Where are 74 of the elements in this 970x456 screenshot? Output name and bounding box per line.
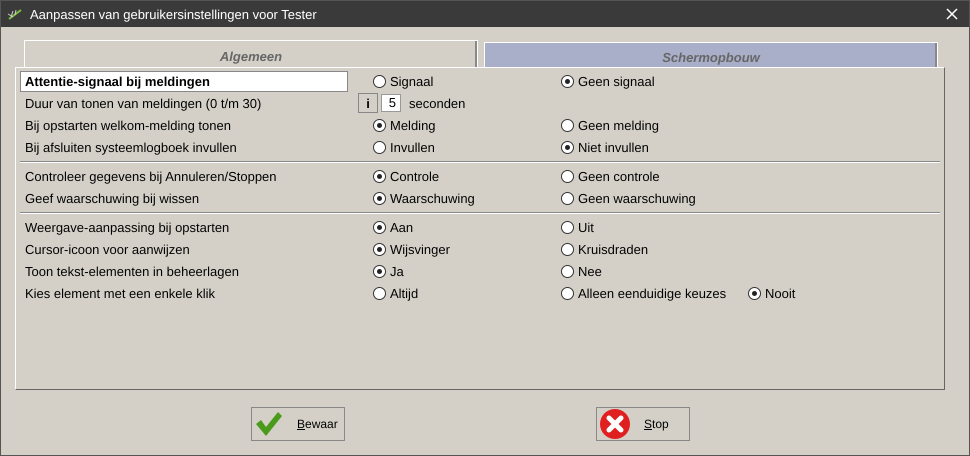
radio-button[interactable] <box>373 242 386 256</box>
setting-label: Geef waarschuwing bij wissen <box>24 190 200 208</box>
radio-button[interactable] <box>373 286 386 300</box>
option-label: Geen signaal <box>578 74 655 88</box>
setting-label: Weergave-aanpassing bij opstarten <box>24 218 230 237</box>
radio-option[interactable]: Controle <box>373 168 440 184</box>
option-label: Niet invullen <box>578 140 649 154</box>
radio-option[interactable]: Nee <box>561 264 602 278</box>
radio-button[interactable] <box>561 192 574 204</box>
radio-button[interactable] <box>561 220 574 234</box>
stop-button[interactable]: Stop <box>596 407 690 441</box>
radio-option[interactable]: Geen melding <box>561 118 659 132</box>
radio-option[interactable]: Kruisdraden <box>561 242 648 256</box>
radio-button[interactable] <box>561 286 574 300</box>
radio-button[interactable] <box>373 264 386 278</box>
radio-button[interactable] <box>373 220 386 234</box>
option-label: Geen melding <box>578 118 659 132</box>
radio-button[interactable] <box>561 140 574 154</box>
option-label: Nee <box>578 264 602 278</box>
radio-option[interactable]: Geen controle <box>561 168 660 184</box>
radio-button[interactable] <box>373 170 386 182</box>
option-label: Melding <box>390 118 436 132</box>
option-label: Aan <box>390 220 414 234</box>
checkmark-icon <box>255 411 283 437</box>
info-button[interactable]: i <box>358 93 378 113</box>
option-label: Geen controle <box>578 168 660 184</box>
option-label: Wijsvinger <box>390 242 450 256</box>
setting-label: Bij afsluiten systeemlogboek invullen <box>24 138 238 157</box>
radio-button[interactable] <box>561 118 574 132</box>
radio-option[interactable]: Aan <box>373 220 414 234</box>
setting-label: Cursor-icoon voor aanwijzen <box>24 240 191 259</box>
unit-label: seconden <box>409 96 466 110</box>
radio-option[interactable]: Geen signaal <box>561 74 655 88</box>
radio-option[interactable]: Signaal <box>373 74 434 88</box>
radio-button[interactable] <box>561 242 574 256</box>
radio-option[interactable]: Waarschuwing <box>373 190 475 206</box>
radio-button[interactable] <box>373 140 386 154</box>
radio-option[interactable]: Uit <box>561 220 594 234</box>
setting-label: Kies element met een enkele klik <box>24 284 216 302</box>
radio-button[interactable] <box>373 118 386 132</box>
option-label: Kruisdraden <box>578 242 648 256</box>
radio-button[interactable] <box>373 192 386 204</box>
option-label: Uit <box>578 220 594 234</box>
radio-option[interactable]: Melding <box>373 118 436 132</box>
radio-button[interactable] <box>561 264 574 278</box>
setting-label: Bij opstarten welkom-melding tonen <box>24 116 232 135</box>
radio-option[interactable]: Niet invullen <box>561 140 649 154</box>
radio-option[interactable]: Altijd <box>373 286 418 300</box>
cross-icon <box>600 409 630 439</box>
setting-label: Toon tekst-elementen in beheerlagen <box>24 262 240 281</box>
option-label: Controle <box>390 168 440 184</box>
radio-button[interactable] <box>748 286 761 300</box>
radio-button[interactable] <box>561 170 574 182</box>
option-label: Signaal <box>390 74 434 88</box>
setting-label: Controleer gegevens bij Annuleren/Stoppen <box>24 168 278 186</box>
setting-label: Attentie-signaal bij meldingen <box>20 70 348 92</box>
radio-button[interactable] <box>561 74 574 88</box>
option-label: Nooit <box>765 286 796 300</box>
save-button[interactable]: Bewaar <box>251 407 345 441</box>
radio-option[interactable]: Nooit <box>748 286 796 300</box>
close-icon <box>946 8 958 20</box>
input-field[interactable]: 5 <box>381 94 401 112</box>
radio-option[interactable]: Ja <box>373 264 404 278</box>
leaf-icon <box>7 8 23 20</box>
radio-option[interactable]: Invullen <box>373 140 435 154</box>
option-label: Waarschuwing <box>390 190 475 206</box>
window-title: Aanpassen van gebruikersinstellingen voor Tester <box>30 6 318 22</box>
radio-button[interactable] <box>373 74 386 88</box>
option-label: Invullen <box>390 140 435 154</box>
setting-label: Duur van tonen van meldingen (0 t/m 30) <box>24 94 262 113</box>
option-label: Altijd <box>390 286 418 300</box>
option-label: Ja <box>390 264 404 278</box>
radio-option[interactable]: Wijsvinger <box>373 242 450 256</box>
tab[interactable]: Algemeen <box>24 40 478 67</box>
